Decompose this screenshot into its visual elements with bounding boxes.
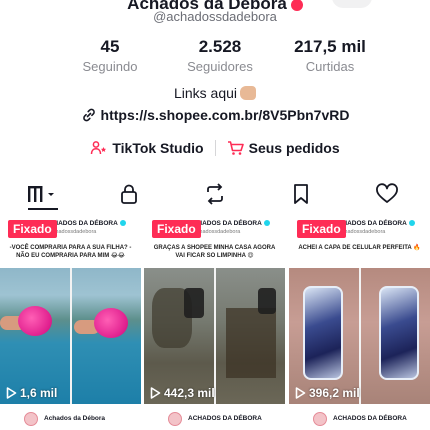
video-thumbnail-next[interactable]: ACHADOS DA DÉBORA <box>289 406 430 430</box>
tiktok-studio-button[interactable]: TikTok Studio <box>90 140 204 156</box>
tab-reposts[interactable] <box>172 178 258 210</box>
stat-followers-value: 2.528 <box>198 37 242 56</box>
thumbnail-photo <box>0 268 70 404</box>
profile-link[interactable]: https://s.shopee.com.br/8V5Pbn7vRD <box>0 107 430 123</box>
bio-text: Links aqui <box>173 85 238 101</box>
photo-object <box>184 288 204 318</box>
view-count-text: 396,2 mil <box>309 386 360 400</box>
thumbnail-caption: GRAÇAS A SHOPEE MINHA CASA AGORA VAI FIC… <box>153 245 276 259</box>
view-count: 396,2 mil <box>295 386 360 400</box>
thumbnail-photos <box>0 268 141 404</box>
verified-icon <box>263 220 270 227</box>
tiktok-studio-label: TikTok Studio <box>112 140 204 156</box>
pinned-badge: Fixado <box>8 220 57 238</box>
avatar <box>168 412 182 426</box>
tab-videos[interactable] <box>0 178 86 210</box>
stat-following-value: 45 <box>100 37 120 56</box>
tab-private[interactable] <box>86 178 172 210</box>
stat-likes[interactable]: 217,5 mil Curtidas <box>280 37 380 75</box>
video-thumbnail-next[interactable]: ACHADOS DA DÉBORA <box>144 406 285 430</box>
actions-divider <box>214 140 216 156</box>
video-thumbnail[interactable]: Fixado ACHADOS DA DÉBORA @achadossdadebo… <box>144 214 285 404</box>
profile-bio: Links aqui <box>0 85 430 101</box>
verified-icon <box>408 220 415 227</box>
avatar <box>24 412 38 426</box>
thumbnail-photo <box>144 268 214 404</box>
stat-following-label: Seguindo <box>82 59 138 74</box>
heart-icon <box>376 183 398 203</box>
play-icon <box>150 387 161 399</box>
photo-float <box>93 308 128 338</box>
pointing-hand-icon <box>240 86 257 100</box>
thumbnail-photos <box>144 268 285 404</box>
avatar <box>313 412 327 426</box>
thumbnail-creator: Achados da Débora <box>44 415 106 422</box>
link-icon <box>82 108 95 122</box>
stat-followers[interactable]: 2.528 Seguidores <box>170 37 270 75</box>
stat-likes-label: Curtidas <box>305 59 355 74</box>
repost-icon <box>207 183 223 205</box>
view-count: 1,6 mil <box>6 386 57 400</box>
lock-icon <box>121 184 137 204</box>
pinned-badge: Fixado <box>297 220 346 238</box>
stat-likes-value: 217,5 mil <box>294 37 366 56</box>
grid-icon <box>28 186 54 202</box>
tab-favorites[interactable] <box>258 178 344 210</box>
photo-object <box>257 288 276 314</box>
orders-button[interactable]: Seus pedidos <box>227 140 340 156</box>
thumbnail-caption: -VOCÊ COMPRARIA PARA A SUA FILHA? - NÃO … <box>9 245 132 259</box>
thumbnail-photo <box>289 268 359 404</box>
stat-followers-label: Seguidores <box>187 59 253 74</box>
photo-float <box>18 306 52 336</box>
studio-icon <box>91 141 107 155</box>
view-count: 442,3 mil <box>150 386 215 400</box>
video-thumbnail[interactable]: Fixado ACHADOS DA DÉBORA @achadossdadebo… <box>289 214 430 404</box>
play-icon <box>6 387 17 399</box>
play-icon <box>295 387 306 399</box>
view-count-text: 442,3 mil <box>164 386 215 400</box>
bookmark-icon <box>294 184 308 204</box>
verified-icon <box>119 220 126 227</box>
video-thumbnail-next[interactable]: Achados da Débora <box>0 406 141 430</box>
thumbnail-creator: ACHADOS DA DÉBORA <box>333 415 407 422</box>
profile-actions: TikTok Studio Seus pedidos <box>0 140 430 156</box>
photo-phone-case <box>303 286 343 380</box>
photo-phone-case <box>378 286 419 380</box>
stat-following[interactable]: 45 Seguindo <box>60 37 160 75</box>
thumbnail-creator: ACHADOS DA DÉBORA <box>188 415 262 422</box>
thumbnail-photos <box>289 268 430 404</box>
profile-link-text: https://s.shopee.com.br/8V5Pbn7vRD <box>100 107 350 123</box>
video-thumbnail[interactable]: Fixado ACHADOS DA DÉBORA @achadossdadebo… <box>0 214 141 404</box>
video-grid: Fixado ACHADOS DA DÉBORA @achadossdadebo… <box>0 214 430 430</box>
thumbnail-photo <box>71 268 141 404</box>
cart-icon <box>227 141 244 155</box>
profile-handle: @achadossdadebora <box>153 9 277 24</box>
orders-label: Seus pedidos <box>248 140 340 156</box>
thumbnail-caption: ACHEI A CAPA DE CELULAR PERFEITA 🔥 <box>298 245 421 251</box>
thumbnail-photo <box>215 268 285 404</box>
edit-profile-button[interactable] <box>332 0 372 8</box>
photo-stain <box>225 308 276 378</box>
view-count-text: 1,6 mil <box>20 386 58 400</box>
thumbnail-photo <box>360 268 430 404</box>
pinned-badge: Fixado <box>152 220 201 238</box>
profile-stats: 45 Seguindo 2.528 Seguidores 217,5 mil C… <box>60 37 380 75</box>
profile-tabs <box>0 178 430 210</box>
tab-liked[interactable] <box>344 178 430 210</box>
